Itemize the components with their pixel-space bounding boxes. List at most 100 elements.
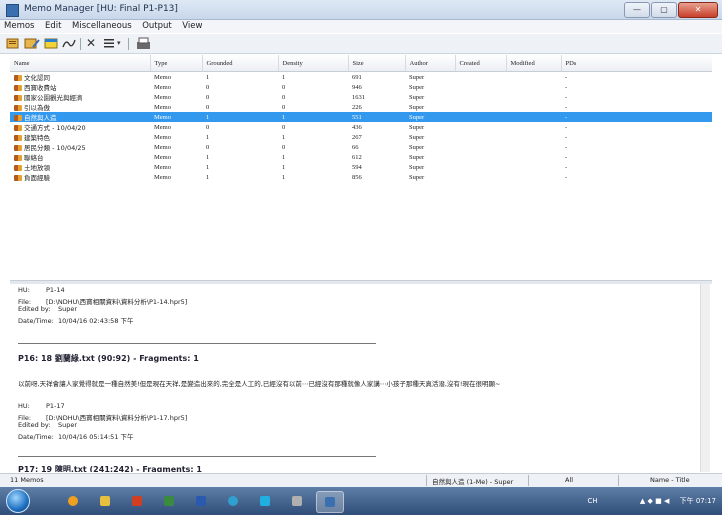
toolbar-separator [128, 38, 129, 50]
cell-grounded: 0 [206, 93, 210, 101]
table-row[interactable]: 文化認同 Memo 1 1 691 Super - [10, 72, 712, 83]
taskbar-app-button[interactable] [252, 491, 278, 511]
export-icon[interactable] [136, 37, 152, 50]
cell-created [455, 72, 506, 83]
memo-meta-block: HU: P1-17 File: [D:\NDHU\西寶相關資料\資料分析\P1-17… [18, 402, 187, 441]
maximize-button[interactable]: ▢ [651, 2, 677, 18]
language-indicator[interactable]: CH [588, 497, 598, 505]
memo-icon [14, 145, 22, 151]
taskbar-atlasti-button[interactable] [316, 491, 344, 513]
memo-name: 國家公園觀光與經濟 [24, 94, 83, 102]
taskbar-app-button[interactable] [92, 491, 118, 511]
cell-author: Super [409, 153, 425, 161]
taskbar-app-button[interactable] [60, 491, 86, 511]
divider [18, 343, 376, 344]
column-header-author[interactable]: Author [405, 55, 456, 72]
memo-name: 引以為傲 [24, 104, 50, 112]
edit-memo-icon[interactable] [24, 37, 40, 50]
delete-icon[interactable]: ✕ [86, 37, 96, 50]
column-header-name[interactable]: Name [10, 55, 151, 72]
cell-pds: - [565, 83, 568, 91]
link-icon[interactable] [61, 37, 77, 50]
cell-size: 226 [352, 103, 362, 111]
column-header-grounded[interactable]: Grounded [202, 55, 279, 72]
cell-name: 西寶收費站 [10, 82, 150, 92]
cell-pds: - [565, 133, 568, 141]
menu-edit[interactable]: Edit [41, 20, 65, 32]
cell-density: 0 [282, 143, 286, 151]
quotation-title: P16: 18 劉蘭綠.txt (90:92) - Fragments: 1 [18, 354, 199, 363]
app-icon [292, 496, 302, 506]
cell-author: Super [409, 133, 425, 141]
cell-name: 土地放領 [10, 162, 150, 172]
cell-author: Super [409, 173, 425, 181]
cell-pds: - [565, 153, 568, 161]
app-icon [260, 496, 270, 506]
column-header-size[interactable]: Size [348, 55, 406, 72]
cell-grounded: 1 [206, 163, 210, 171]
app-icon [6, 4, 19, 17]
close-button[interactable]: ✕ [678, 2, 718, 18]
cell-modified [506, 122, 561, 132]
table-row[interactable]: 西寶收費站 Memo 0 0 946 Super - [10, 82, 712, 92]
column-header-modified[interactable]: Modified [506, 55, 562, 72]
menu-miscellaneous[interactable]: Miscellaneous [68, 20, 136, 32]
table-row[interactable]: 負面經驗 Memo 1 1 856 Super - [10, 172, 712, 182]
cell-grounded: 0 [206, 83, 210, 91]
minimize-button[interactable]: — [624, 2, 650, 18]
column-header-pds[interactable]: PDs [561, 55, 712, 72]
menu-bar: Memos Edit Miscellaneous Output View [0, 20, 722, 33]
meta-value: Super [58, 305, 78, 313]
cell-density: 1 [282, 153, 286, 161]
memo-name: 負面經驗 [24, 174, 50, 182]
dropdown-arrow-icon[interactable]: ▾ [117, 37, 121, 50]
cell-type: Memo [154, 83, 171, 91]
cell-size: 856 [352, 173, 362, 181]
taskbar-app-button[interactable] [220, 491, 246, 511]
cell-size: 612 [352, 153, 362, 161]
column-header-created[interactable]: Created [455, 55, 507, 72]
start-button[interactable] [6, 489, 30, 513]
vertical-scrollbar[interactable] [700, 284, 710, 472]
list-view-icon[interactable] [102, 37, 116, 50]
menu-view[interactable]: View [178, 20, 206, 32]
cell-grounded: 1 [206, 133, 210, 141]
atlasti-icon [325, 497, 335, 507]
cell-type: Memo [154, 143, 171, 151]
cell-size: 66 [352, 143, 359, 151]
taskbar: CH ▲ ◆ ■ ◀ 下午 07:17 [0, 487, 722, 515]
table-row[interactable]: 交通方式 - 10/04/20 Memo 0 0 436 Super - [10, 122, 712, 132]
memo-list: Name Type Grounded Density Size Author C… [10, 55, 712, 279]
current-memo-status: 自然與人造 (1-Me) - Super [432, 478, 514, 486]
table-row[interactable]: 聯絡台 Memo 1 1 612 Super - [10, 152, 712, 162]
status-bar: 11 Memos 自然與人造 (1-Me) - Super All Name -… [0, 473, 722, 487]
table-row[interactable]: 居民分類 - 10/04/25 Memo 0 0 66 Super - [10, 142, 712, 152]
taskbar-app-button[interactable] [188, 491, 214, 511]
table-row[interactable]: 建築特色 Memo 1 1 267 Super - [10, 132, 712, 142]
cell-name: 文化認同 [10, 72, 150, 82]
cell-type: Memo [154, 163, 171, 171]
cell-created [455, 82, 506, 92]
folder-icon [100, 496, 110, 506]
clock[interactable]: 下午 07:17 [680, 497, 716, 505]
table-row[interactable]: 引以為傲 Memo 0 0 226 Super - [10, 102, 712, 112]
cell-type: Memo [150, 112, 202, 122]
cell-density: 1 [278, 112, 348, 122]
table-row[interactable]: 國家公園觀光與經濟 Memo 0 0 1631 Super - [10, 92, 712, 102]
table-row[interactable]: 土地放領 Memo 1 1 594 Super - [10, 162, 712, 172]
meta-label: HU: [18, 286, 30, 294]
cell-name: 國家公園觀光與經濟 [10, 92, 150, 102]
memo-icon [14, 165, 22, 171]
memo-type-icon[interactable] [44, 37, 58, 50]
new-memo-icon[interactable] [6, 37, 20, 50]
cell-density: 0 [282, 93, 286, 101]
taskbar-app-button[interactable] [124, 491, 150, 511]
menu-memos[interactable]: Memos [0, 20, 38, 32]
column-header-density[interactable]: Density [278, 55, 349, 72]
cell-author: Super [409, 93, 425, 101]
taskbar-app-button[interactable] [156, 491, 182, 511]
menu-output[interactable]: Output [138, 20, 176, 32]
table-row[interactable]: 自然與人造 Memo 1 1 551 Super - [10, 112, 712, 122]
column-header-type[interactable]: Type [150, 55, 203, 72]
taskbar-app-button[interactable] [284, 491, 310, 511]
